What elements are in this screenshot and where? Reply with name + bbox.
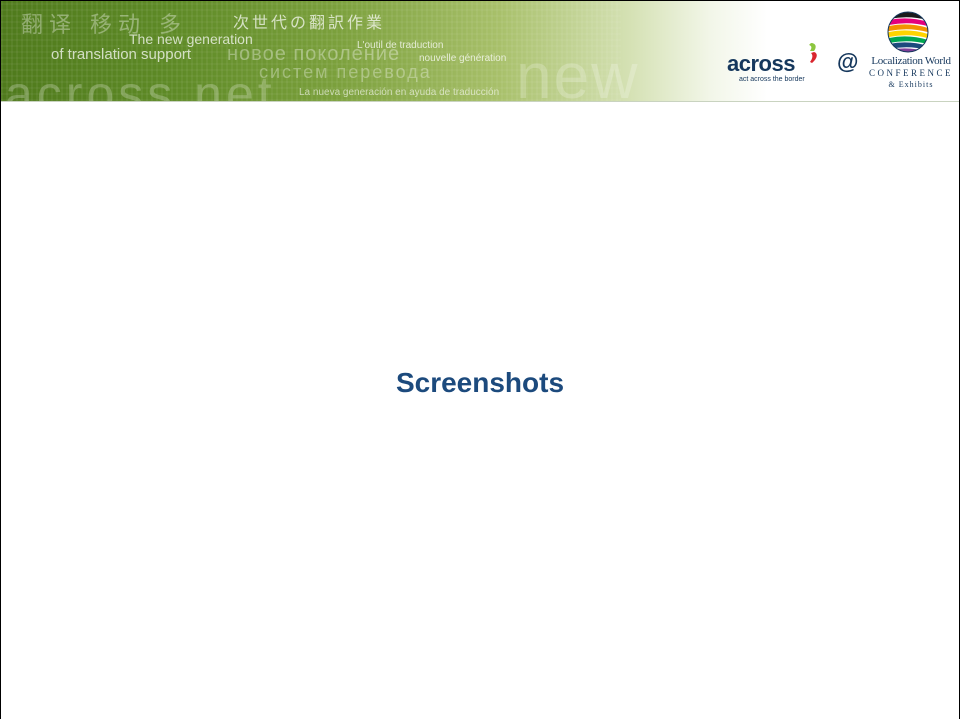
at-sign: @ — [837, 49, 859, 74]
across-logo-wordmark: across — [727, 51, 795, 76]
banner-text-russian-2: систем перевода — [259, 62, 432, 82]
across-logo-tagline: act across the border — [739, 76, 805, 83]
banner-text-spanish: La nueva generación en ayuda de traducci… — [299, 87, 500, 98]
slide: 翻译 移动 多 次世代の翻訳作業 across.net new The new … — [0, 0, 960, 719]
slide-title: Screenshots — [395, 367, 565, 398]
localization-world-exhibits: & Exhibits — [888, 80, 934, 89]
localization-world-logo: Localization World CONFERENCE & Exhibits — [865, 11, 955, 95]
banner-text-french-1: L'outil de traduction — [357, 40, 444, 51]
banner-text-across-net: across.net — [5, 66, 276, 102]
banner-text-new: new — [516, 40, 640, 102]
across-logo: across act across the border — [727, 43, 823, 89]
globe-icon — [887, 11, 929, 53]
banner-text-french-2: nouvelle génération — [419, 53, 507, 64]
localization-world-conference: CONFERENCE — [868, 68, 953, 78]
localization-world-name: Localization World — [871, 55, 951, 67]
across-comma-icon — [809, 43, 817, 63]
banner-text-translation-support: of translation support — [51, 46, 192, 63]
header-banner: 翻译 移动 多 次世代の翻訳作業 across.net new The new … — [1, 1, 959, 102]
banner-text-cjk-right: 次世代の翻訳作業 — [233, 13, 386, 32]
